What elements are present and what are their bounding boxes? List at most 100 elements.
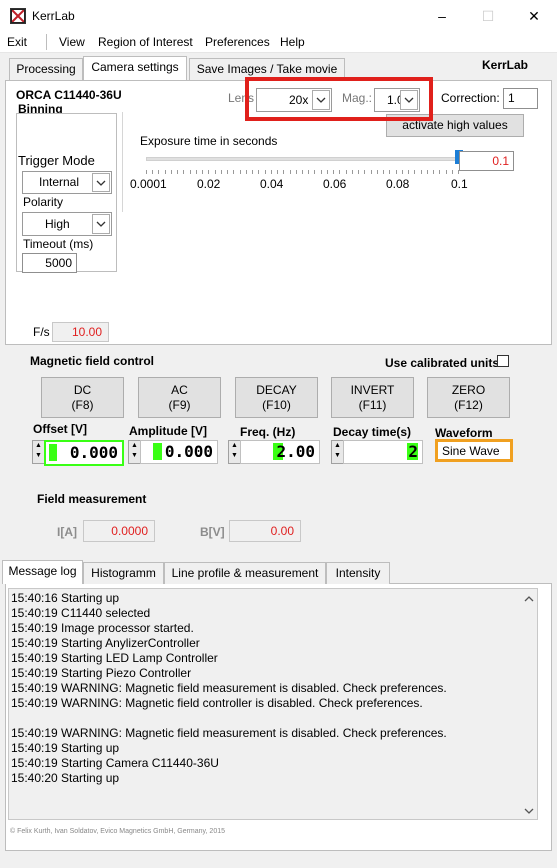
menu-separator [46, 34, 47, 50]
log-line: 15:40:19 WARNING: Magnetic field control… [11, 696, 423, 710]
field-measurement-title: Field measurement [37, 492, 147, 506]
slider-tick [345, 170, 347, 174]
button-name: AC [171, 383, 188, 397]
slider-tick [370, 170, 372, 174]
current-label: I[A] [57, 525, 77, 539]
amplitude-label: Amplitude [V] [129, 424, 207, 438]
slider-tick [152, 170, 154, 174]
button-key: (F10) [262, 398, 291, 412]
calibrated-units-checkbox[interactable] [497, 355, 509, 367]
highlight-box [245, 77, 433, 121]
log-line: 15:40:19 WARNING: Magnetic field measure… [11, 726, 447, 740]
polarity-select[interactable]: High [22, 212, 112, 236]
slider-tick [195, 170, 197, 174]
tab-histogramm[interactable]: Histogramm [83, 562, 164, 584]
slider-tick [202, 170, 204, 174]
log-scrollbar[interactable] [521, 589, 537, 819]
correction-label: Correction: [441, 91, 500, 105]
copyright-text: Felix Kurth, Ivan Soldatov, Evico Magnet… [17, 828, 225, 835]
waveform-label: Waveform [435, 426, 493, 440]
magnetic-field-title: Magnetic field control [30, 354, 155, 368]
timeout-input[interactable]: 5000 [22, 253, 77, 273]
slider-tick [326, 170, 328, 174]
ac-button[interactable]: AC (F9) [138, 377, 221, 418]
voltage-label: B[V] [200, 525, 225, 539]
tab-line-profile[interactable]: Line profile & measurement [164, 562, 326, 584]
decay-time-field[interactable]: 2 [343, 440, 423, 464]
slider-tick [314, 170, 316, 174]
trigger-mode-select[interactable]: Internal [22, 171, 112, 194]
menu-exit[interactable]: Exit [7, 35, 27, 49]
waveform-select[interactable]: Sine Wave [435, 439, 513, 462]
slider-tick [376, 170, 378, 174]
exposure-input[interactable]: 0.1 [459, 151, 514, 171]
slider-tick [333, 170, 335, 174]
slider-tick [258, 170, 260, 174]
zero-button[interactable]: ZERO (F12) [427, 377, 510, 418]
scroll-up-icon[interactable] [524, 591, 534, 605]
button-key: (F9) [168, 398, 191, 412]
decay-time-control[interactable]: ▲ ▼ 2 [331, 440, 423, 464]
tab-camera-settings[interactable]: Camera settings [83, 56, 187, 80]
slider-tick [158, 170, 160, 174]
slider-tick [183, 170, 185, 174]
amplitude-field[interactable]: 0.000 [140, 440, 218, 464]
amplitude-control[interactable]: ▲ ▼ 0.000 [128, 440, 218, 464]
log-line: 15:40:19 Starting Piezo Controller [11, 666, 192, 680]
slider-tick [295, 170, 297, 174]
log-line: 15:40:19 Starting up [11, 741, 120, 755]
menu-region-of-interest[interactable]: Region of Interest [98, 35, 193, 49]
log-line: 15:40:20 Starting up [11, 771, 120, 785]
slider-tick [227, 170, 229, 174]
slider-tick [451, 170, 453, 174]
menu-preferences[interactable]: Preferences [205, 35, 270, 49]
group-separator [122, 112, 123, 212]
polarity-label: Polarity [23, 195, 64, 209]
tick-label: 0.08 [386, 177, 410, 191]
button-name: DC [73, 383, 92, 397]
offset-control[interactable]: ▲ ▼ 0.000 [32, 440, 124, 466]
menu-help[interactable]: Help [280, 35, 305, 49]
log-line: 15:40:16 Starting up [11, 591, 120, 605]
invert-button[interactable]: INVERT (F11) [331, 377, 414, 418]
offset-label: Offset [V] [33, 422, 87, 436]
tick-label: 0.0001 [130, 177, 167, 191]
offset-field[interactable]: 0.000 [44, 440, 124, 466]
slider-tick [302, 170, 303, 174]
fps-value: 10.00 [52, 322, 109, 342]
amplitude-value: 0.000 [164, 442, 213, 461]
button-name: ZERO [451, 383, 486, 397]
scroll-down-icon[interactable] [524, 803, 534, 817]
decay-button[interactable]: DECAY (F10) [235, 377, 318, 418]
trigger-mode-value: Internal [39, 175, 80, 189]
slider-tick [458, 170, 459, 174]
slider-tick [408, 170, 410, 174]
calibrated-units-label: Use calibrated units [385, 356, 500, 370]
slider-tick [389, 170, 391, 174]
slider-tick [220, 170, 222, 174]
menu-view[interactable]: View [59, 35, 85, 49]
slider-tick [308, 170, 310, 174]
log-line: 15:40:19 C11440 selected [11, 606, 151, 620]
slider-tick [395, 170, 397, 174]
correction-input[interactable]: 1 [503, 88, 538, 109]
slider-tick [164, 170, 166, 174]
chevron-down-icon [92, 173, 110, 192]
slider-tick [270, 170, 272, 174]
tab-processing[interactable]: Processing [9, 58, 83, 80]
maximize-button[interactable]: ☐ [465, 0, 511, 32]
fps-label: F/s [33, 325, 50, 339]
dc-button[interactable]: DC (F8) [41, 377, 124, 418]
tick-label: 0.1 [451, 177, 468, 191]
frequency-field[interactable]: 2.00 [240, 440, 320, 464]
close-button[interactable]: ✕ [511, 0, 557, 32]
frequency-control[interactable]: ▲ ▼ 2.00 [228, 440, 320, 464]
slider-tick [214, 170, 216, 174]
tab-intensity[interactable]: Intensity [326, 562, 390, 584]
log-line: 15:40:19 Starting Camera C11440-36U [11, 756, 219, 770]
message-log[interactable]: 15:40:16 Starting up 15:40:19 C11440 sel… [8, 588, 538, 820]
slider-tick [414, 170, 416, 174]
tab-message-log[interactable]: Message log [2, 560, 83, 584]
minimize-button[interactable]: – [419, 0, 465, 32]
